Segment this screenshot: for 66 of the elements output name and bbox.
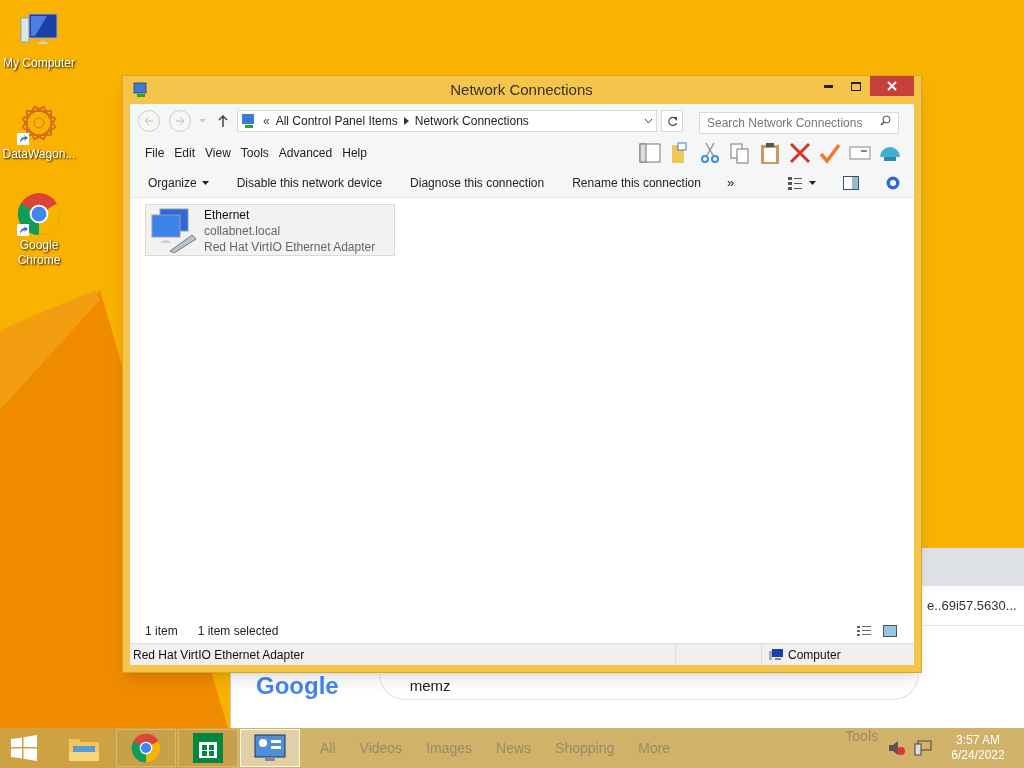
search-field[interactable]: Search Network Connections	[699, 112, 899, 134]
more-commands-button[interactable]: »	[720, 172, 741, 193]
store-icon	[193, 733, 223, 763]
refresh-icon	[666, 115, 678, 127]
chevron-down-icon	[644, 118, 653, 124]
network-adapter-icon	[148, 207, 198, 253]
forward-arrow-icon	[175, 116, 185, 126]
menu-item[interactable]: Edit	[169, 142, 201, 164]
network-icon[interactable]	[914, 740, 932, 756]
adapter-name: Red Hat VirtIO Ethernet Adapter	[204, 239, 376, 255]
computer-icon	[768, 647, 784, 662]
chrome-icon	[131, 733, 161, 763]
control-panel-icon	[241, 113, 257, 129]
menu-item[interactable]: File	[140, 142, 170, 164]
zone-label: Computer	[788, 646, 841, 664]
overflow-chevron[interactable]: «	[263, 112, 270, 130]
breadcrumb[interactable]: All Control Panel Items	[275, 112, 398, 130]
window-title: Network Connections	[449, 79, 594, 100]
windows-logo-icon	[11, 735, 37, 761]
refresh-button[interactable]	[661, 110, 683, 132]
command-button[interactable]: Disable this network device	[228, 170, 391, 195]
url-text: e..69i57.5630...	[927, 596, 1017, 615]
caret-icon	[809, 180, 816, 185]
network-name: collabnet.local	[204, 223, 282, 239]
menu-item[interactable]: Advanced	[273, 142, 338, 164]
chrome-icon	[17, 192, 61, 236]
menu-item[interactable]: Tools	[235, 142, 274, 164]
preview-pane-icon	[843, 175, 859, 190]
back-arrow-icon	[144, 116, 154, 126]
details-view-button[interactable]	[855, 623, 873, 639]
command-button[interactable]: Diagnose this connection	[402, 170, 553, 195]
caret-icon	[201, 180, 209, 185]
window-app-icon	[133, 82, 149, 98]
address-bar[interactable]: « All Control Panel Items Network Connections	[237, 110, 657, 132]
command-button[interactable]: Rename this connection	[564, 170, 709, 195]
clipboard-icon[interactable]	[758, 141, 782, 165]
connection-item[interactable]: Ethernet collabnet.local Red Hat VirtIO Ethernet Adapter	[145, 204, 395, 256]
menu-item[interactable]: Help	[337, 142, 372, 164]
speaker-muted-icon[interactable]	[888, 740, 906, 756]
layout-pane-icon[interactable]	[638, 141, 662, 165]
control-panel-icon	[253, 733, 287, 763]
cut-icon[interactable]	[698, 141, 722, 165]
maximize-icon	[851, 81, 861, 91]
check-icon[interactable]	[818, 141, 842, 165]
close-button[interactable]	[870, 76, 914, 96]
command-button[interactable]: Organize	[140, 170, 217, 195]
breadcrumb[interactable]: Network Connections	[414, 112, 529, 130]
connection-name: Ethernet	[204, 207, 251, 223]
minimize-icon	[823, 84, 833, 88]
selection-count: 1 item selected	[197, 623, 279, 640]
breadcrumb-separator-icon	[403, 117, 409, 125]
up-arrow-icon	[218, 115, 228, 127]
details-view-icon	[856, 625, 872, 637]
details-text: Red Hat VirtIO Ethernet Adapter	[132, 646, 306, 664]
close-icon	[887, 81, 897, 91]
taskbar-button[interactable]	[178, 729, 238, 767]
search-logo: Google	[256, 674, 339, 698]
large-icons-button[interactable]	[881, 623, 899, 639]
taskbar-button[interactable]	[116, 729, 176, 767]
large-icons-icon	[883, 625, 897, 637]
menu-item[interactable]: View	[200, 142, 236, 164]
caret-icon	[198, 119, 206, 123]
item-count: 1 item	[145, 623, 178, 640]
search-icon	[880, 115, 891, 126]
view-list-icon	[787, 175, 803, 190]
delete-icon[interactable]	[788, 141, 812, 165]
